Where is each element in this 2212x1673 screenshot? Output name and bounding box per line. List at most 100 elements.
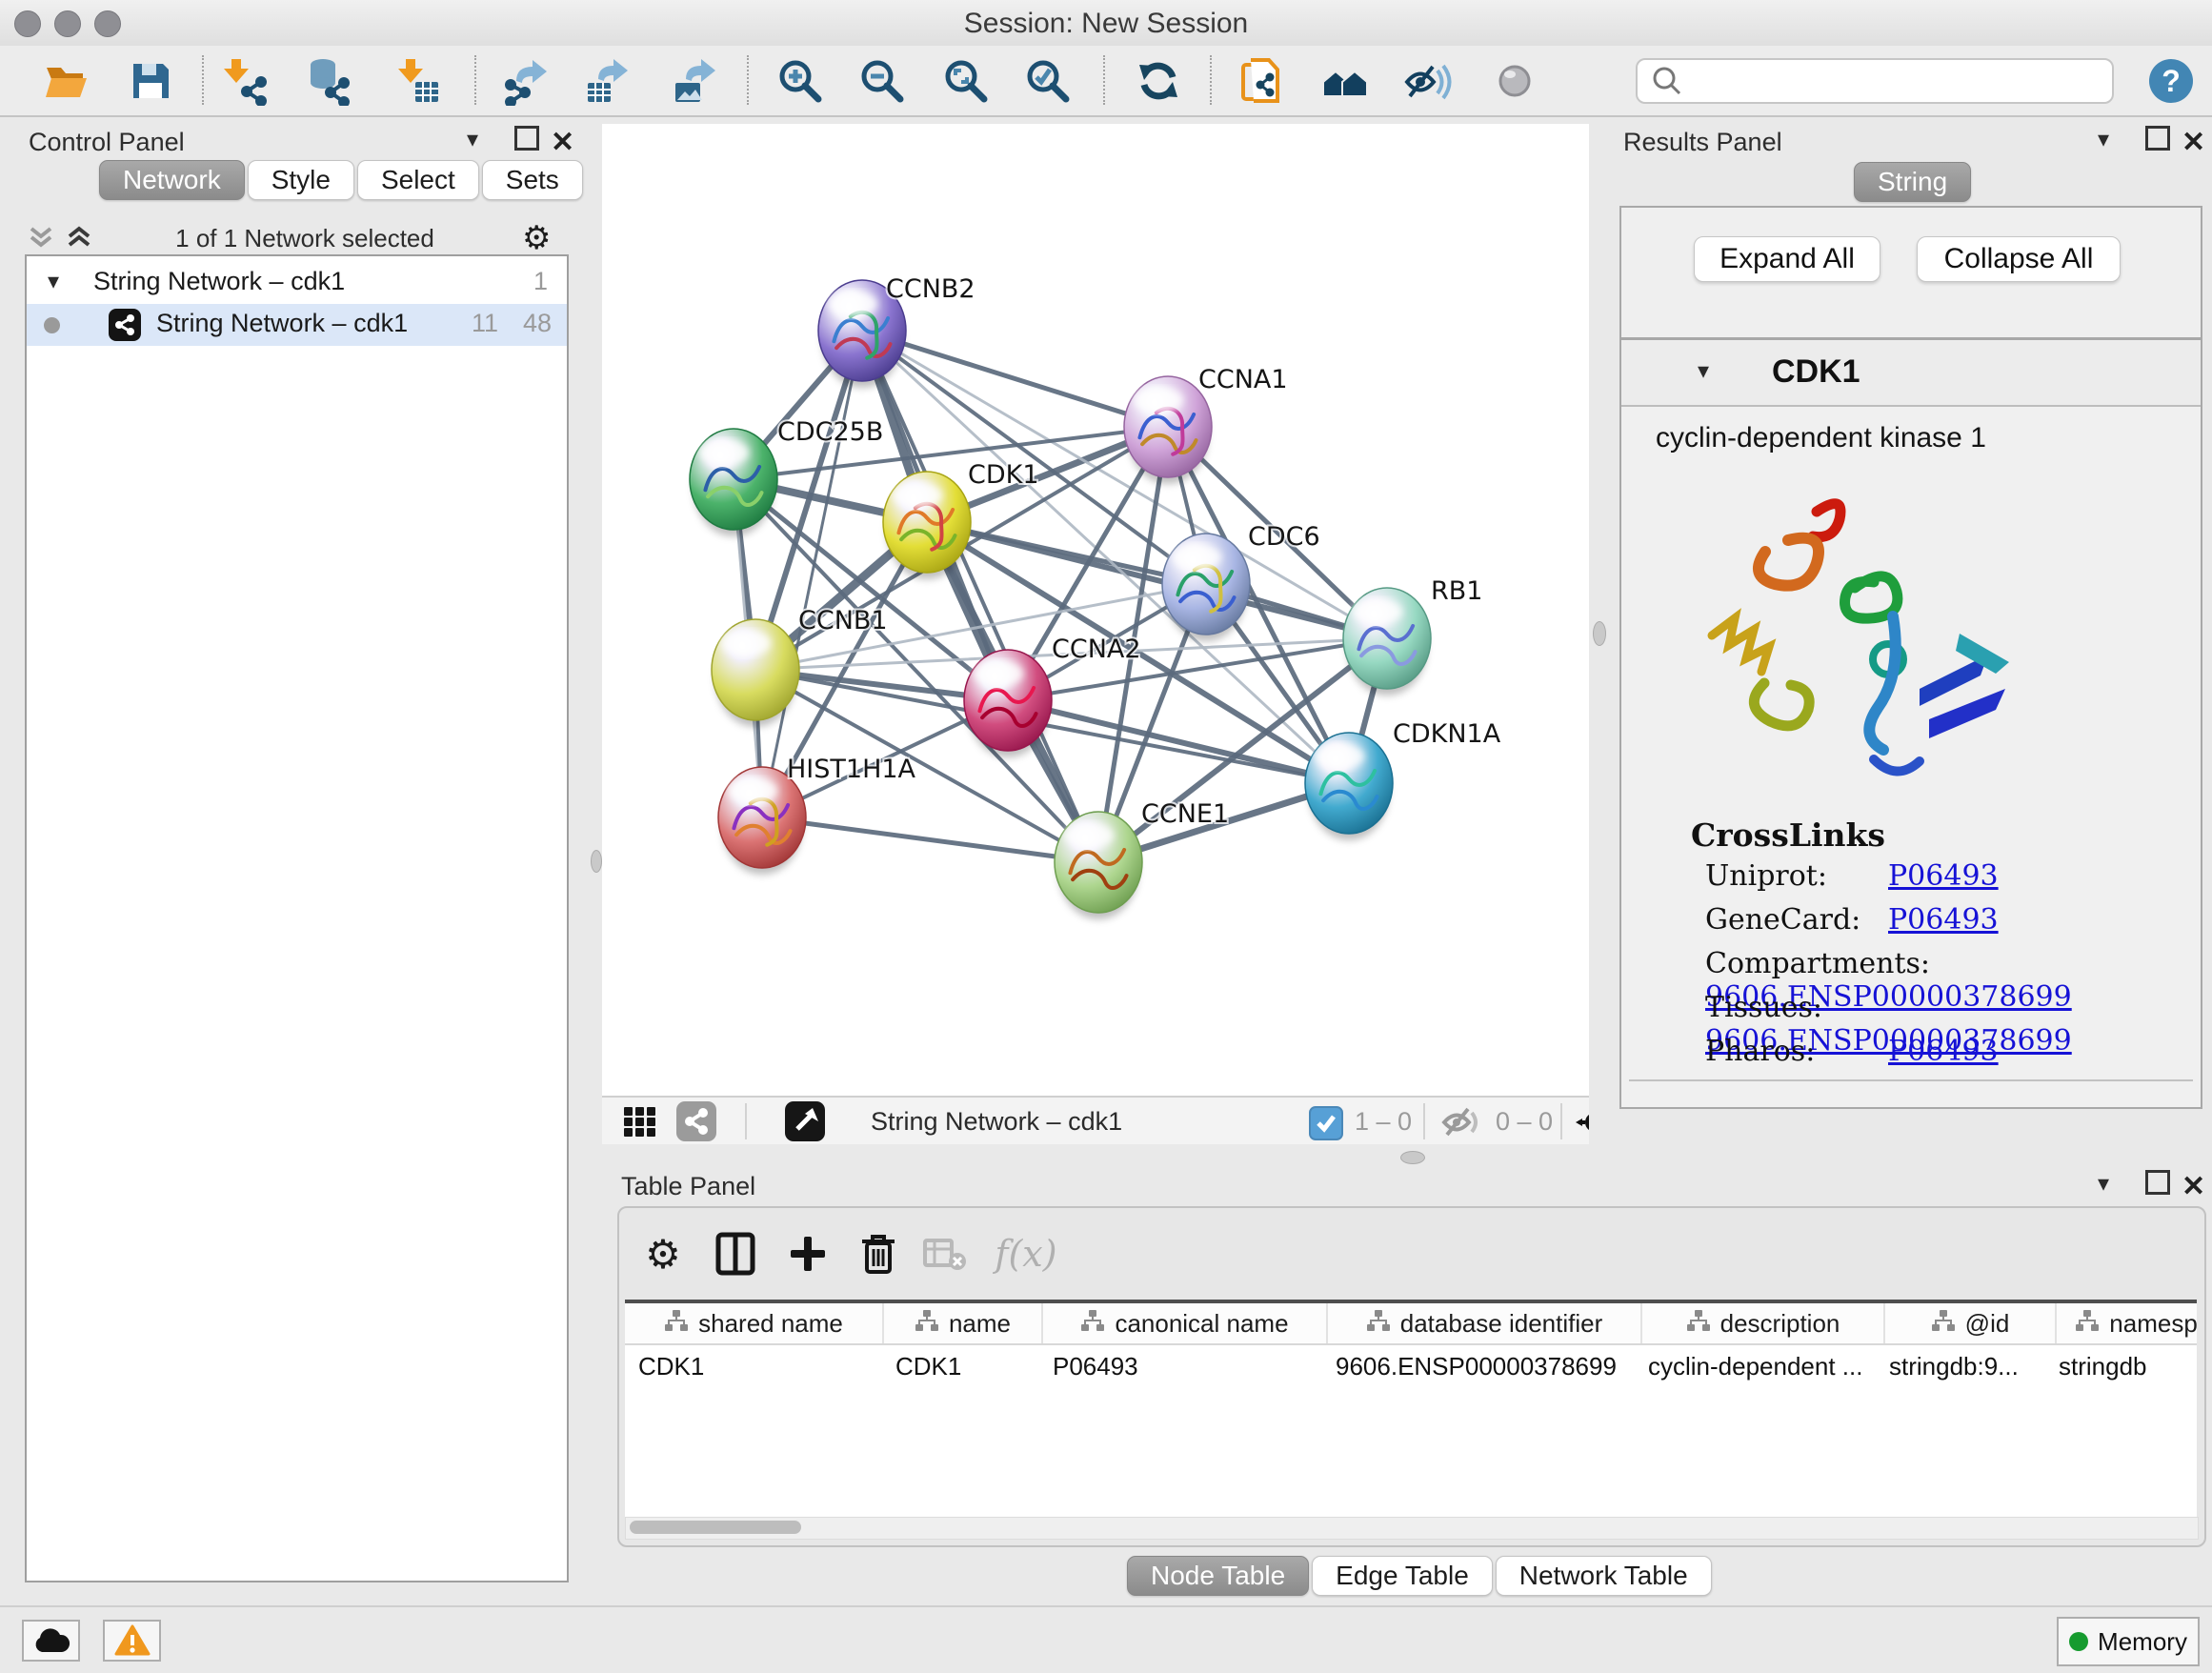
panel-float-button[interactable] xyxy=(2145,126,2170,157)
panel-menu-button[interactable]: ▾ xyxy=(467,126,478,153)
memory-button[interactable]: Memory xyxy=(2057,1617,2200,1666)
tab-style[interactable]: Style xyxy=(248,160,354,200)
network-collection-row[interactable]: ▾ String Network – cdk1 1 xyxy=(27,262,567,304)
node-HIST1H1A[interactable]: HIST1H1A xyxy=(718,755,916,875)
cell-canonical-name[interactable]: P06493 xyxy=(1039,1345,1322,1387)
panel-close-button[interactable]: ✕ xyxy=(2182,126,2205,159)
grid-view-icon[interactable] xyxy=(623,1106,657,1139)
import-network-from-file-button[interactable] xyxy=(221,54,274,108)
node-CCNE1[interactable]: CCNE1 xyxy=(1055,799,1229,919)
expand-all-icon[interactable] xyxy=(65,225,93,252)
network-share-icon[interactable] xyxy=(676,1101,716,1141)
network-graph[interactable]: CCNB2CCNA1CDC25BCDK1CDC6RB1CCNB1CCNA2CDK… xyxy=(602,124,1589,1096)
section-collapse-icon[interactable]: ▾ xyxy=(1698,357,1709,385)
collapse-all-icon[interactable] xyxy=(27,225,55,252)
expand-all-button[interactable]: Expand All xyxy=(1694,236,1880,282)
help-button[interactable]: ? xyxy=(2149,59,2193,103)
vertical-splitter[interactable] xyxy=(591,124,602,1605)
show-all-button[interactable] xyxy=(1488,54,1541,108)
column-header-name[interactable]: name xyxy=(884,1303,1043,1343)
column-header--id[interactable]: @id xyxy=(1885,1303,2057,1343)
zoom-fit-button[interactable] xyxy=(939,54,993,108)
warnings-button[interactable] xyxy=(103,1620,161,1662)
cloud-status-button[interactable] xyxy=(22,1620,80,1662)
panel-close-button[interactable]: ✕ xyxy=(551,126,574,159)
tab-sets[interactable]: Sets xyxy=(482,160,583,200)
first-neighbors-button[interactable] xyxy=(1318,54,1372,108)
crosslink-value-link[interactable]: P06493 xyxy=(1888,859,1999,893)
column-header-namespace[interactable]: namespace xyxy=(2057,1303,2197,1343)
open-session-button[interactable] xyxy=(40,54,93,108)
node-CDKN1A[interactable]: CDKN1A xyxy=(1305,719,1501,840)
node-RB1[interactable]: RB1 xyxy=(1343,576,1482,695)
delete-column-button[interactable] xyxy=(848,1223,909,1284)
function-builder-button-disabled[interactable]: f(x) xyxy=(983,1223,1069,1284)
panel-close-button[interactable]: ✕ xyxy=(2182,1170,2205,1203)
vertical-splitter[interactable] xyxy=(1589,124,1608,1144)
cell-namespace[interactable]: stringdb xyxy=(2045,1345,2197,1387)
table-row[interactable]: CDK1CDK1P064939606.ENSP00000378699cyclin… xyxy=(625,1345,2197,1387)
node-CDK1[interactable]: CDK1 xyxy=(883,460,1039,579)
hidden-eye-icon[interactable] xyxy=(1440,1105,1480,1139)
collection-expand-icon[interactable]: ▾ xyxy=(48,268,59,295)
splitter-handle[interactable] xyxy=(1593,621,1606,646)
add-column-button[interactable] xyxy=(777,1223,838,1284)
panel-float-button[interactable] xyxy=(2145,1170,2170,1201)
tab-network[interactable]: Network xyxy=(99,160,245,200)
delete-table-button-disabled[interactable] xyxy=(915,1223,975,1284)
cell-name[interactable]: CDK1 xyxy=(882,1345,1039,1387)
gear-icon[interactable]: ⚙ xyxy=(522,219,551,257)
export-image-button[interactable] xyxy=(669,54,722,108)
network-row-selected[interactable]: String Network – cdk1 11 48 xyxy=(27,304,567,346)
tab-select[interactable]: Select xyxy=(357,160,479,200)
export-table-button[interactable] xyxy=(581,54,634,108)
column-header-shared-name[interactable]: shared name xyxy=(625,1303,884,1343)
export-network-button[interactable] xyxy=(499,54,553,108)
tab-node-table[interactable]: Node Table xyxy=(1127,1556,1309,1596)
column-header-description[interactable]: description xyxy=(1642,1303,1885,1343)
table-settings-button[interactable]: ⚙ xyxy=(633,1223,694,1284)
column-header-database-identifier[interactable]: database identifier xyxy=(1328,1303,1642,1343)
panel-menu-button[interactable]: ▾ xyxy=(2098,126,2109,153)
tab-edge-table[interactable]: Edge Table xyxy=(1312,1556,1493,1596)
network-canvas[interactable]: CCNB2CCNA1CDC25BCDK1CDC6RB1CCNB1CCNA2CDK… xyxy=(602,124,1589,1144)
node-CCNB2[interactable]: CCNB2 xyxy=(818,274,975,388)
horizontal-splitter[interactable] xyxy=(602,1144,2212,1168)
zoom-out-button[interactable] xyxy=(855,54,909,108)
panel-menu-button[interactable]: ▾ xyxy=(2098,1170,2109,1198)
selected-checkbox-icon[interactable] xyxy=(1309,1106,1343,1140)
import-table-from-file-button[interactable] xyxy=(391,54,444,108)
search-input[interactable] xyxy=(1691,62,2104,98)
splitter-handle[interactable] xyxy=(591,850,602,873)
zoom-selected-button[interactable] xyxy=(1021,54,1075,108)
edge-CCNB2-CCNA1[interactable] xyxy=(862,331,1168,427)
tab-string[interactable]: String xyxy=(1854,162,1971,202)
crosslink-value-link[interactable]: P06493 xyxy=(1888,1035,1999,1068)
edge-CCNE1-HIST1H1A[interactable] xyxy=(762,817,1098,862)
column-header-canonical-name[interactable]: canonical name xyxy=(1043,1303,1328,1343)
horizontal-scrollbar[interactable] xyxy=(625,1517,2199,1540)
node-CDC25B[interactable]: CDC25B xyxy=(690,417,883,536)
column-type-icon xyxy=(915,1309,939,1339)
panel-float-button[interactable] xyxy=(514,126,539,157)
import-network-from-database-button[interactable] xyxy=(303,54,356,108)
tab-network-table[interactable]: Network Table xyxy=(1496,1556,1712,1596)
crosslink-value-link[interactable]: P06493 xyxy=(1888,903,1999,937)
show-columns-button[interactable] xyxy=(705,1223,766,1284)
new-network-from-selection-button[interactable] xyxy=(1237,54,1290,108)
scrollbar-thumb[interactable] xyxy=(630,1521,801,1534)
hide-selected-button[interactable] xyxy=(1400,54,1454,108)
cell-database-identifier[interactable]: 9606.ENSP00000378699 xyxy=(1322,1345,1635,1387)
collapse-all-button[interactable]: Collapse All xyxy=(1917,236,2121,282)
node-CDC6[interactable]: CDC6 xyxy=(1162,522,1320,641)
splitter-handle[interactable] xyxy=(1400,1151,1425,1164)
edge-CCNB2-HIST1H1A[interactable] xyxy=(762,331,862,817)
cell--id[interactable]: stringdb:9... xyxy=(1876,1345,2045,1387)
cell-description[interactable]: cyclin-dependent ... xyxy=(1635,1345,1876,1387)
apply-layout-button[interactable] xyxy=(1132,54,1185,108)
save-session-button[interactable] xyxy=(124,54,177,108)
open-in-window-icon[interactable] xyxy=(785,1101,825,1141)
cell-shared-name[interactable]: CDK1 xyxy=(625,1345,882,1387)
zoom-in-button[interactable] xyxy=(774,54,827,108)
node-CCNB1[interactable]: CCNB1 xyxy=(712,606,888,727)
